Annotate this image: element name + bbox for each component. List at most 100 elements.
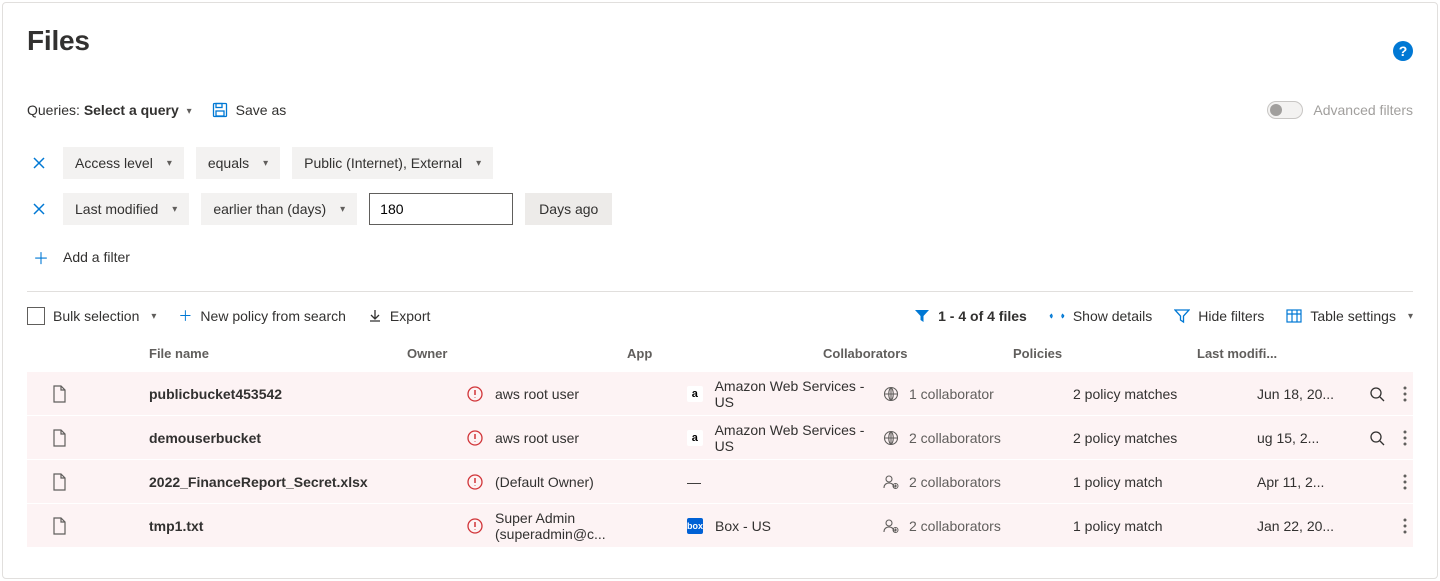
modified-text: Apr 11, 2... xyxy=(1257,474,1324,490)
filter-outline-icon xyxy=(1174,308,1190,324)
queries-dropdown[interactable]: Queries: Select a query ▾ xyxy=(27,102,192,118)
collaborators-text: 2 collaborators xyxy=(909,518,1001,534)
save-as-button[interactable]: Save as xyxy=(212,102,287,118)
policies-text: 2 policy matches xyxy=(1073,386,1177,402)
remove-filter-button[interactable] xyxy=(27,157,51,169)
filter-status: 1 - 4 of 4 files xyxy=(914,308,1027,324)
modified-text: Jan 22, 20... xyxy=(1257,518,1334,534)
filter-value-label: Public (Internet), External xyxy=(304,155,462,171)
filter-suffix: Days ago xyxy=(525,193,612,225)
queries-selected: Select a query xyxy=(84,102,179,118)
filter-field-dropdown[interactable]: Last modified ▾ xyxy=(63,193,189,225)
row-search-button[interactable] xyxy=(1369,386,1385,402)
file-icon xyxy=(51,385,67,403)
row-more-button[interactable] xyxy=(1403,518,1407,534)
filter-days-input[interactable] xyxy=(369,193,513,225)
show-details-label: Show details xyxy=(1073,308,1152,324)
save-icon xyxy=(212,102,228,118)
globe-icon xyxy=(883,430,899,446)
row-more-button[interactable] xyxy=(1403,386,1407,402)
column-header-policies[interactable]: Policies xyxy=(1013,346,1197,361)
warning-icon xyxy=(467,430,483,446)
chevron-down-icon: ▾ xyxy=(1408,311,1413,322)
remove-filter-button[interactable] xyxy=(27,203,51,215)
advanced-filters-label: Advanced filters xyxy=(1313,102,1413,118)
show-details-button[interactable]: Show details xyxy=(1049,308,1152,324)
row-more-button[interactable] xyxy=(1403,430,1407,446)
collaborators-text: 2 collaborators xyxy=(909,430,1001,446)
file-icon xyxy=(51,517,67,535)
expand-icon xyxy=(1049,310,1065,322)
close-icon xyxy=(33,203,45,215)
hide-filters-button[interactable]: Hide filters xyxy=(1174,308,1264,324)
warning-icon xyxy=(467,474,483,490)
chevron-down-icon: ▾ xyxy=(340,204,345,215)
row-more-button[interactable] xyxy=(1403,474,1407,490)
app-name: — xyxy=(687,474,701,490)
queries-label: Queries: xyxy=(27,102,80,118)
add-filter-label: Add a filter xyxy=(63,249,130,265)
column-header-modified[interactable]: Last modifi... xyxy=(1197,346,1293,361)
export-button[interactable]: Export xyxy=(368,308,430,324)
warning-icon xyxy=(467,518,483,534)
aws-logo-icon: a xyxy=(687,430,703,446)
person-search-icon xyxy=(883,474,899,490)
help-button[interactable]: ? xyxy=(1393,41,1413,61)
file-icon xyxy=(51,473,67,491)
owner-name: aws root user xyxy=(495,386,579,402)
policies-text: 2 policy matches xyxy=(1073,430,1177,446)
policies-text: 1 policy match xyxy=(1073,474,1162,490)
file-name: 2022_FinanceReport_Secret.xlsx xyxy=(149,474,368,490)
table-row[interactable]: tmp1.txt Super Admin (superadmin@c...box B… xyxy=(27,503,1413,547)
column-header-name[interactable]: File name xyxy=(27,346,407,361)
chevron-down-icon: ▾ xyxy=(151,311,156,322)
table-settings-label: Table settings xyxy=(1310,308,1396,324)
app-name: Amazon Web Services - US xyxy=(715,378,883,410)
app-name: Box - US xyxy=(715,518,771,534)
modified-text: Jun 18, 20... xyxy=(1257,386,1334,402)
filter-operator-dropdown[interactable]: equals ▾ xyxy=(196,147,280,179)
chevron-down-icon: ▾ xyxy=(167,158,172,169)
filter-field-dropdown[interactable]: Access level ▾ xyxy=(63,147,184,179)
owner-name: (Default Owner) xyxy=(495,474,594,490)
row-search-button[interactable] xyxy=(1369,430,1385,446)
app-name: Amazon Web Services - US xyxy=(715,422,883,454)
file-name: tmp1.txt xyxy=(149,518,203,534)
box-logo-icon: box xyxy=(687,518,703,534)
filter-field-label: Last modified xyxy=(75,201,158,217)
bulk-selection-button[interactable]: Bulk selection ▾ xyxy=(27,307,156,325)
collaborators-text: 2 collaborators xyxy=(909,474,1001,490)
hide-filters-label: Hide filters xyxy=(1198,308,1264,324)
filter-icon xyxy=(914,308,930,324)
filter-operator-dropdown[interactable]: earlier than (days) ▾ xyxy=(201,193,357,225)
advanced-filters-toggle[interactable] xyxy=(1267,101,1303,119)
owner-name: Super Admin (superadmin@c... xyxy=(495,510,687,542)
download-icon xyxy=(368,309,382,323)
table-icon xyxy=(1286,309,1302,323)
aws-logo-icon: a xyxy=(687,386,703,402)
policies-text: 1 policy match xyxy=(1073,518,1162,534)
file-name: demouserbucket xyxy=(149,430,261,446)
new-policy-button[interactable]: ＋ New policy from search xyxy=(178,306,346,326)
person-search-icon xyxy=(883,518,899,534)
filter-value-dropdown[interactable]: Public (Internet), External ▾ xyxy=(292,147,493,179)
collaborators-text: 1 collaborator xyxy=(909,386,994,402)
checkbox-icon xyxy=(27,307,45,325)
range-info: 1 - 4 of 4 files xyxy=(938,308,1027,324)
table-settings-button[interactable]: Table settings ▾ xyxy=(1286,308,1413,324)
modified-text: ug 15, 2... xyxy=(1257,430,1319,446)
plus-icon: ＋ xyxy=(31,245,51,269)
filter-operator-label: earlier than (days) xyxy=(213,201,326,217)
table-row[interactable]: demouserbucketaws root useraAmazon Web S… xyxy=(27,415,1413,459)
chevron-down-icon: ▾ xyxy=(187,106,192,117)
column-header-app[interactable]: App xyxy=(627,346,823,361)
add-filter-button[interactable]: ＋ Add a filter xyxy=(27,245,1413,269)
plus-icon: ＋ xyxy=(178,306,192,326)
chevron-down-icon: ▾ xyxy=(476,158,481,169)
file-name: publicbucket453542 xyxy=(149,386,282,402)
table-row[interactable]: publicbucket453542 aws root user a Amazon W… xyxy=(27,371,1413,415)
export-label: Export xyxy=(390,308,430,324)
column-header-collaborators[interactable]: Collaborators xyxy=(823,346,1013,361)
table-row[interactable]: 2022_FinanceReport_Secret.xlsx (Default O… xyxy=(27,459,1413,503)
column-header-owner[interactable]: Owner xyxy=(407,346,627,361)
